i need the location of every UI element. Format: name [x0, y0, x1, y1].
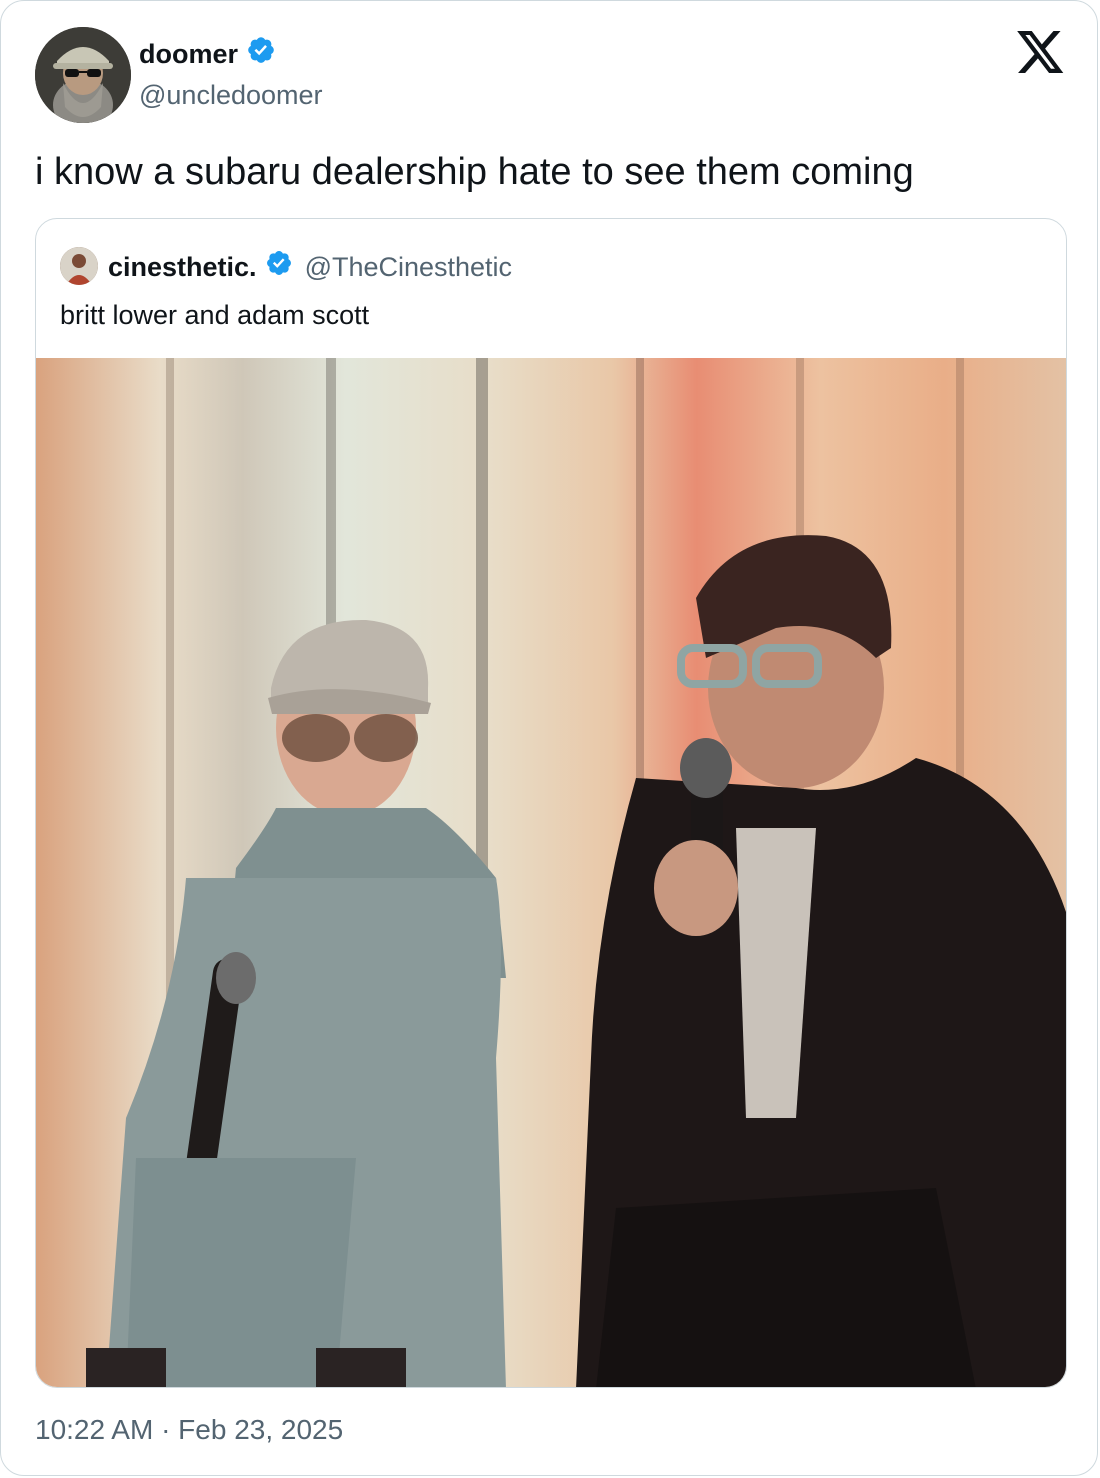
quoted-tweet[interactable]: cinesthetic. @TheCinesthetic britt lower…	[35, 218, 1067, 1388]
author-handle[interactable]: @uncledoomer	[139, 80, 323, 111]
person-avatar-icon	[60, 247, 98, 285]
tweet-timestamp[interactable]: 10:22 AM · Feb 23, 2025	[35, 1414, 343, 1446]
author-display-name[interactable]: doomer	[139, 35, 276, 73]
author-avatar[interactable]	[35, 27, 131, 123]
quoted-tweet-text: britt lower and adam scott	[60, 300, 370, 330]
x-logo-icon[interactable]	[1017, 31, 1065, 75]
photo-two-people-seated-with-microphones-icon	[36, 358, 1066, 1387]
quoted-media-photo[interactable]	[36, 358, 1066, 1387]
tweet-text: i know a subaru dealership hate to see t…	[35, 151, 914, 193]
quoted-display-name: cinesthetic.	[108, 252, 257, 282]
quoted-author-avatar[interactable]	[60, 247, 98, 285]
verified-badge-icon	[265, 249, 293, 285]
bearded-man-avatar-icon	[35, 27, 131, 123]
verified-badge-icon	[246, 35, 276, 73]
author-name-text: doomer	[139, 39, 239, 69]
quoted-author-line[interactable]: cinesthetic. @TheCinesthetic	[108, 249, 512, 285]
tweet-card: doomer @uncledoomer i know a subaru deal…	[0, 0, 1098, 1476]
quoted-handle: @TheCinesthetic	[304, 252, 513, 282]
